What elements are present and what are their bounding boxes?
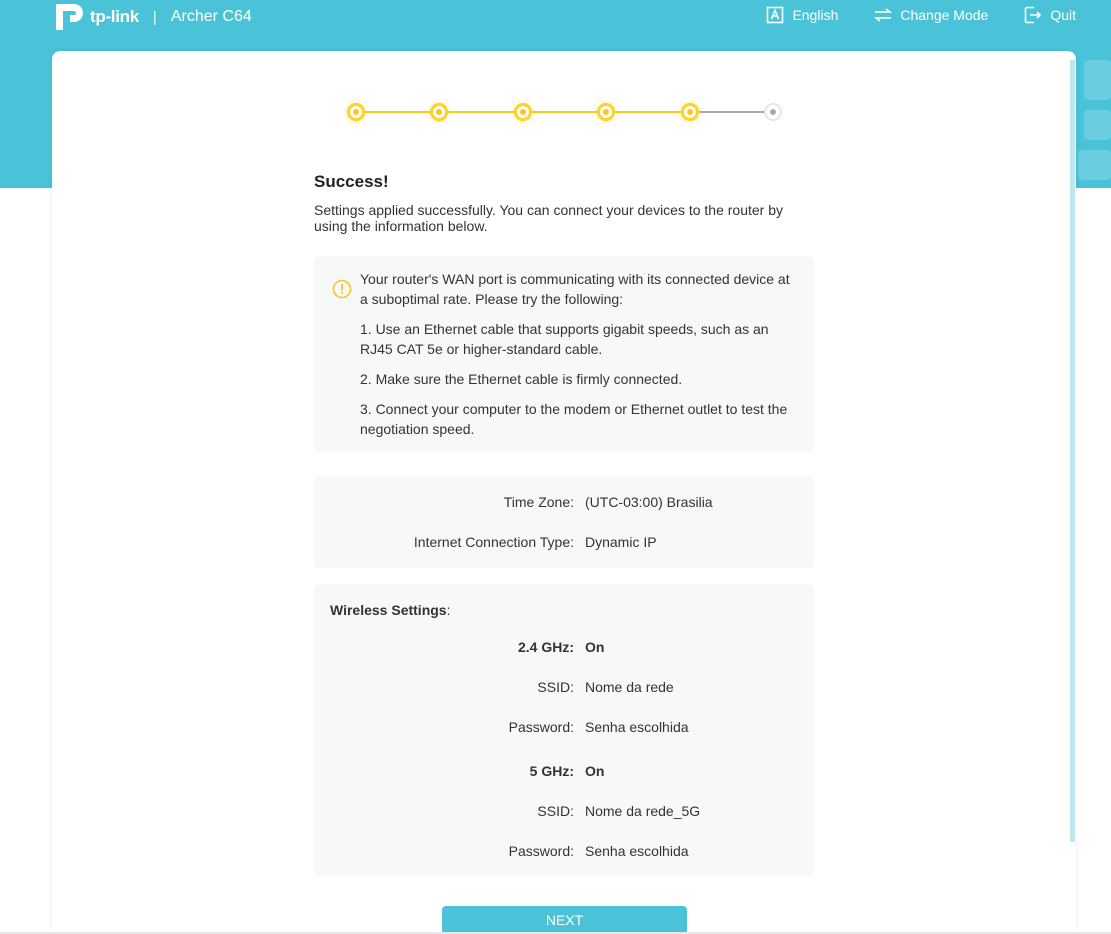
change-mode-icon [874, 8, 893, 22]
band-5-status: On [585, 763, 605, 779]
step-dot [513, 103, 532, 121]
tp-link-logo-icon [56, 4, 83, 30]
step-connector [606, 111, 690, 113]
password-label: Password: [508, 719, 574, 735]
warning-intro: Your router's WAN port is communicating … [360, 271, 790, 307]
brand-logo: tp-link | Archer C64 [52, 0, 252, 34]
band-5-label: 5 GHz: [529, 763, 574, 779]
step-dot [430, 103, 449, 121]
time-zone-label: Time Zone: [503, 494, 574, 510]
connection-type-value: Dynamic IP [585, 534, 657, 550]
scrollbar[interactable] [1070, 60, 1075, 842]
password-value: Senha escolhida [585, 843, 689, 859]
warning-item: 1. Use an Ethernet cable that supports g… [360, 321, 769, 357]
step-connector [522, 111, 607, 113]
quit-label: Quit [1050, 7, 1076, 23]
language-button[interactable]: English [766, 6, 838, 24]
ssid-label: SSID: [537, 803, 574, 819]
model-name: Archer C64 [170, 8, 252, 25]
wireless-settings-panel: Wireless Settings: 2.4 GHz: On SSID: Nom… [314, 584, 814, 876]
header-separator: | [152, 8, 157, 26]
connection-type-label: Internet Connection Type: [413, 534, 574, 550]
decorative-block [1084, 60, 1111, 100]
header-actions: English Change Mode Quit [730, 6, 1076, 24]
band-24-label: 2.4 GHz: [517, 639, 574, 655]
next-button[interactable]: NEXT [442, 906, 687, 934]
step-dot [680, 103, 699, 121]
page-subtitle: Settings applied successfully. You can c… [314, 202, 784, 234]
step-dot [347, 103, 365, 121]
language-icon [767, 6, 784, 24]
step-connector [689, 111, 773, 113]
progress-stepper [343, 100, 783, 124]
logo-text: tp-link [90, 7, 139, 26]
wan-warning-panel: Your router's WAN port is communicating … [314, 256, 814, 452]
step-connector [356, 111, 440, 113]
ssid-value: Nome da rede [585, 679, 674, 695]
wireless-settings-title: Wireless Settings: [330, 602, 451, 618]
step-dot [764, 103, 782, 121]
warning-item: 3. Connect your computer to the modem or… [360, 401, 788, 437]
password-value: Senha escolhida [585, 719, 689, 735]
warning-item: 2. Make sure the Ethernet cable is firml… [360, 371, 683, 387]
time-zone-value: (UTC-03:00) Brasilia [585, 494, 713, 510]
password-label: Password: [508, 843, 574, 859]
step-connector [439, 111, 523, 113]
ssid-label: SSID: [537, 679, 574, 695]
warning-text: Your router's WAN port is communicating … [360, 269, 800, 449]
decorative-block [1078, 150, 1111, 180]
change-mode-button[interactable]: Change Mode [874, 6, 988, 24]
warning-circle-icon [332, 279, 352, 299]
quit-icon [1025, 6, 1042, 24]
decorative-block [1084, 110, 1111, 140]
page-title: Success! [314, 172, 389, 191]
change-mode-label: Change Mode [900, 7, 989, 23]
connection-info-panel: Time Zone: (UTC-03:00) Brasilia Internet… [314, 476, 814, 568]
top-header: tp-link | Archer C64 English Change Mode… [0, 0, 1111, 36]
band-24-status: On [585, 639, 605, 655]
ssid-value: Nome da rede_5G [585, 803, 701, 819]
quit-button[interactable]: Quit [1024, 6, 1076, 24]
step-dot [597, 103, 616, 121]
result-header: Success! Settings applied successfully. … [314, 170, 814, 234]
language-label: English [792, 7, 839, 23]
